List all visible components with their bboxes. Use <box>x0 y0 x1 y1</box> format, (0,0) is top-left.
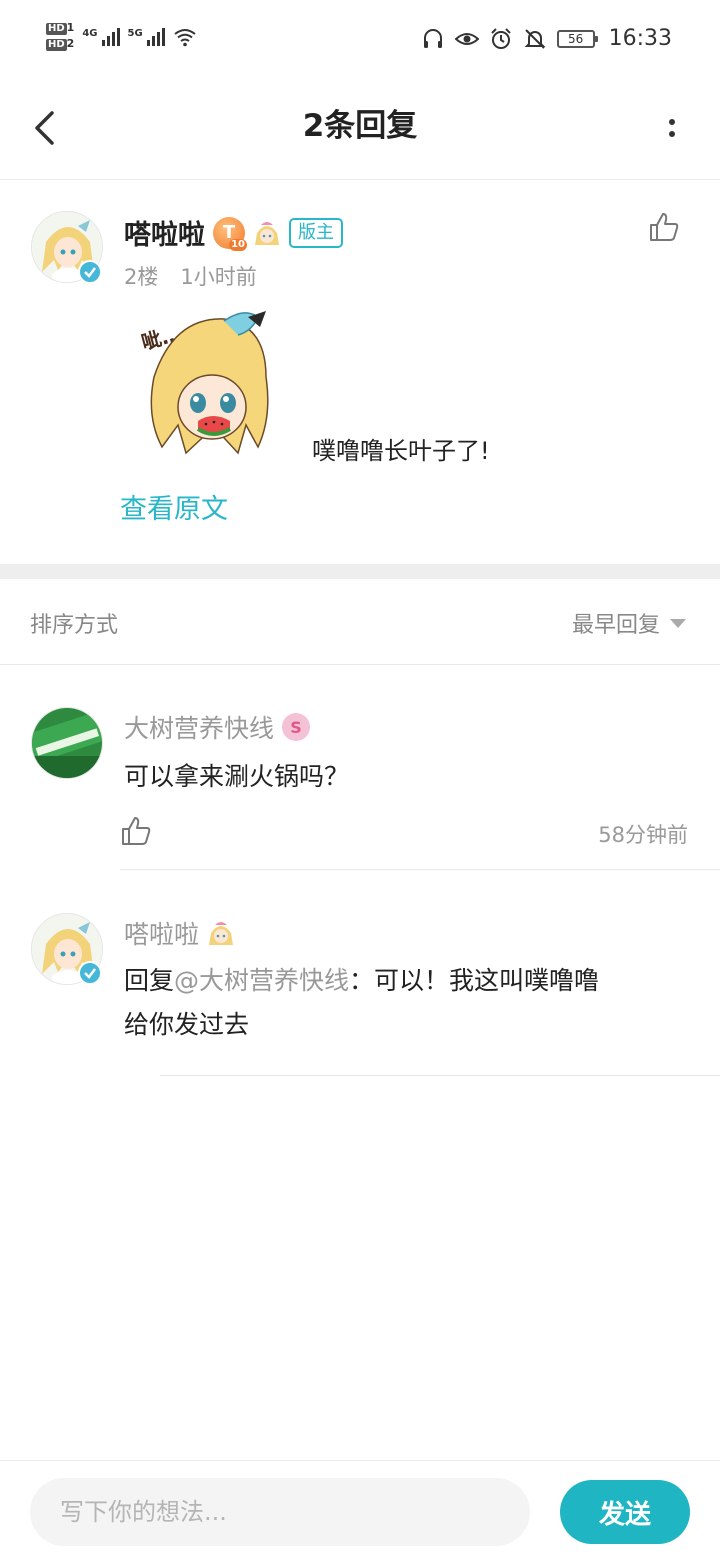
reply-colon: ： <box>349 966 375 995</box>
post-time: 1小时前 <box>180 265 257 289</box>
headphones-icon <box>423 28 442 48</box>
wifi-icon <box>174 28 196 46</box>
eye-icon <box>454 32 479 45</box>
reply-text: 回复@大树营养快线：可以！我这叫噗噜噜 给你发过去 <box>124 959 664 1047</box>
reply-text-line1: 可以！我这叫噗噜噜 <box>374 966 600 995</box>
section-divider <box>0 564 720 579</box>
reply-divider <box>120 869 720 870</box>
author-name[interactable]: 嗒啦啦 <box>124 213 205 252</box>
fan-badge-icon <box>209 922 234 945</box>
mention-link[interactable]: @大树营养快线 <box>174 966 349 995</box>
fan-badge-icon <box>255 221 279 245</box>
send-button[interactable]: 发送 <box>560 1480 690 1544</box>
alarm-icon <box>490 27 511 49</box>
clock: 16:33 <box>608 26 672 51</box>
level-badge-icon: T 10 <box>213 216 247 251</box>
battery-level: 56 <box>567 31 584 46</box>
avatar-image <box>32 708 102 778</box>
like-button-icon[interactable] <box>648 211 680 243</box>
hd-indicators: HD 1 HD 2 <box>46 22 74 51</box>
hd2-indicator: HD 2 <box>46 37 75 51</box>
battery-icon: 56 <box>556 29 598 48</box>
verified-badge-icon <box>78 260 102 284</box>
reply-text: 可以拿来涮火锅吗？ <box>124 762 350 791</box>
network-label-5g: 5G <box>127 27 143 39</box>
sort-bar: 排序方式 最早回复 <box>0 579 720 665</box>
status-left: HD 1 HD 2 4G 5G <box>46 22 197 51</box>
signal-4g-icon: 4G <box>82 27 120 46</box>
more-options-button[interactable] <box>660 106 684 150</box>
reply-time: 58分钟前 <box>598 823 688 847</box>
sort-selected-value: 最早回复 <box>571 613 660 638</box>
moderator-tag: 版主 <box>289 217 343 248</box>
sort-dropdown[interactable]: 最早回复 <box>572 607 686 639</box>
sort-label: 排序方式 <box>30 613 119 638</box>
signal-5g-icon: 5G <box>127 27 165 46</box>
caret-down-icon <box>670 618 686 628</box>
reply-item: 大树营养快线 S 可以拿来涮火锅吗？ 58分钟前 <box>0 665 720 871</box>
network-label-4g: 4G <box>82 27 98 39</box>
reply-detail-screen: HD 1 HD 2 4G 5G 56 16:33 2条回复 嗒啦啦 T 10 版… <box>0 0 720 1560</box>
reply-text-line2: 给你发过去 <box>124 1010 250 1039</box>
page-title: 2条回复 <box>302 108 418 144</box>
reply-divider <box>160 1075 720 1076</box>
reply-author-name[interactable]: 嗒啦啦 <box>124 915 199 951</box>
status-bar: HD 1 HD 2 4G 5G 56 16:33 <box>0 0 720 80</box>
nav-header: 2条回复 <box>0 80 720 180</box>
post-meta: 2楼 1小时前 <box>124 261 257 291</box>
reply-author-name[interactable]: 大树营养快线 <box>124 709 274 745</box>
original-post: 嗒啦啦 T 10 版主 2楼 1小时前 呲… 噗噜噜长叶子了! 查看原文 <box>0 181 720 564</box>
sticker-image: 呲… <box>139 311 269 455</box>
reply-author-row: 大树营养快线 S <box>124 709 311 745</box>
reply-prefix: 回复 <box>124 966 175 995</box>
reply-item: 嗒啦啦 回复@大树营养快线：可以！我这叫噗噜噜 给你发过去 <box>0 871 720 1076</box>
more-dot-icon <box>669 119 675 125</box>
composer-bar: 发送 <box>0 1460 720 1560</box>
floor-number: 2楼 <box>124 265 159 289</box>
author-row: 嗒啦啦 T 10 版主 <box>124 213 343 252</box>
bell-muted-icon <box>524 28 546 49</box>
reply-author-row: 嗒啦啦 <box>124 915 235 951</box>
verified-badge-icon <box>78 961 102 985</box>
status-right: 56 16:33 <box>421 26 672 51</box>
avatar[interactable] <box>31 707 103 779</box>
s-badge-icon: S <box>282 713 311 741</box>
view-original-link[interactable]: 查看原文 <box>120 487 228 526</box>
comment-input[interactable] <box>30 1478 530 1546</box>
like-button-icon[interactable] <box>120 815 152 847</box>
post-text: 噗噜噜长叶子了! <box>312 437 490 465</box>
more-dot-icon <box>669 131 675 137</box>
hd1-indicator: HD 1 <box>46 21 75 35</box>
